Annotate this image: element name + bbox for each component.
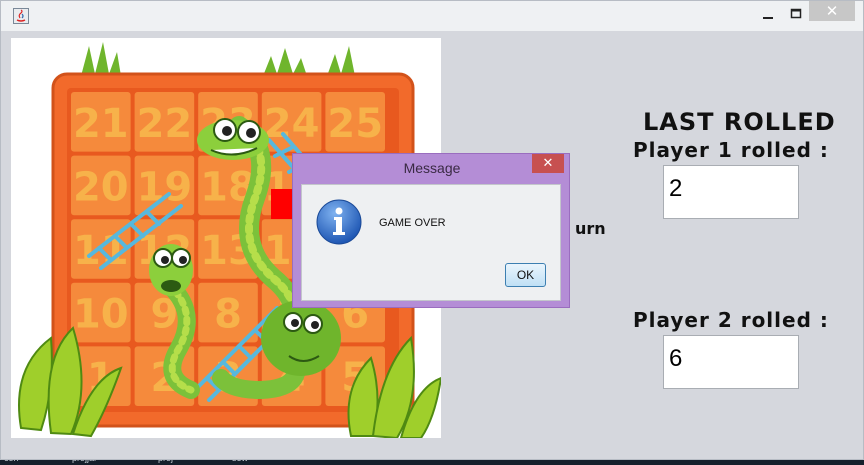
game-window: ✕ 21222324252019181716111213141510987612…	[0, 0, 864, 460]
last-rolled-heading: LAST ROLLED	[643, 108, 836, 136]
board-cell-number: 8	[214, 292, 242, 338]
player1-rolled-label: Player 1 rolled :	[633, 138, 829, 162]
maximize-button[interactable]	[785, 3, 807, 25]
java-app-icon[interactable]	[13, 8, 29, 24]
message-dialog: Message ✕ GAME OVER OK	[292, 153, 570, 308]
minimize-icon	[763, 17, 773, 19]
dialog-title[interactable]: Message	[293, 160, 571, 176]
dialog-close-button[interactable]: ✕	[532, 154, 564, 173]
player1-rolled-field[interactable]: 2	[663, 165, 799, 219]
title-bar[interactable]: ✕	[1, 1, 863, 31]
board-cell-number: 19	[137, 164, 193, 210]
turn-label: urn	[575, 219, 606, 238]
board-cell-number: 10	[73, 292, 129, 338]
close-button[interactable]: ✕	[809, 1, 855, 21]
info-icon	[316, 199, 362, 245]
board-cell-number: 21	[73, 101, 129, 147]
player2-rolled-label: Player 2 rolled :	[633, 308, 829, 332]
player2-rolled-field[interactable]: 6	[663, 335, 799, 389]
ok-button[interactable]: OK	[505, 263, 546, 287]
board-cell-number: 22	[137, 101, 193, 147]
board-cell-number: 24	[264, 101, 320, 147]
maximize-icon	[790, 8, 802, 19]
board-cell-number: 20	[73, 164, 129, 210]
minimize-button[interactable]	[751, 3, 785, 25]
board-cell-number: 25	[327, 101, 383, 147]
dialog-message: GAME OVER	[379, 217, 446, 229]
dialog-body: GAME OVER OK	[301, 184, 561, 301]
